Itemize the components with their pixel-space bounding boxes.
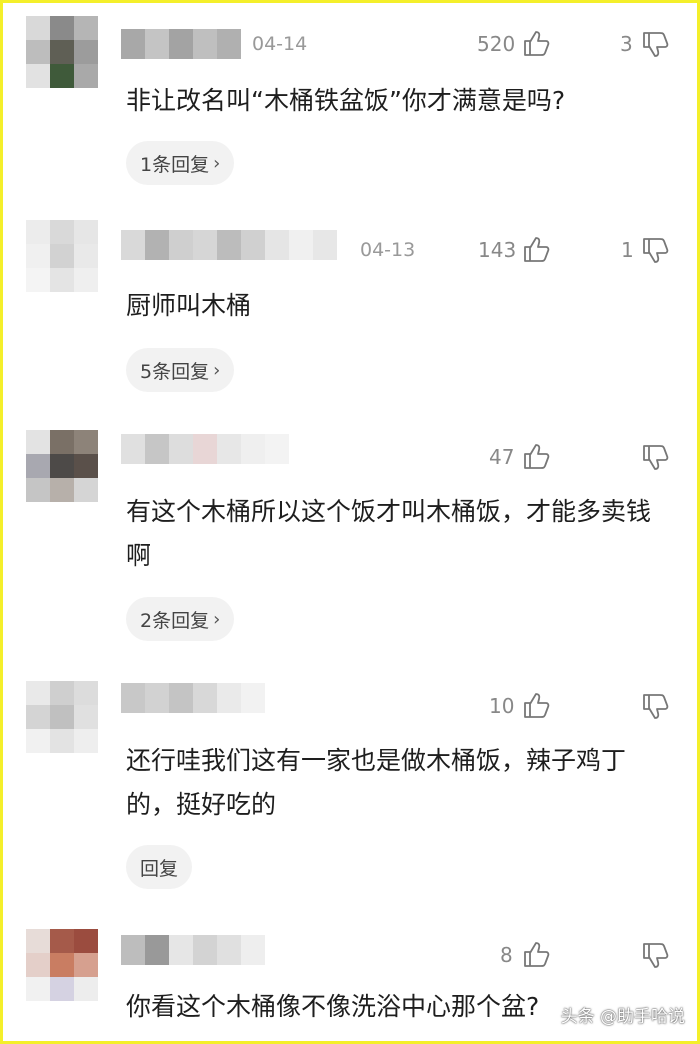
username-blurred[interactable] <box>121 230 337 260</box>
reply-count-label: 1条回复 <box>140 153 210 176</box>
view-replies-button[interactable]: 1条回复 › <box>126 141 235 185</box>
thumbs-down-icon[interactable] <box>641 30 671 60</box>
view-replies-button[interactable]: 2条回复 › <box>126 597 235 641</box>
thumbs-down-icon[interactable] <box>641 941 671 971</box>
chevron-right-icon: › <box>213 152 221 174</box>
username-blurred[interactable] <box>121 683 265 713</box>
thumbs-down-icon[interactable] <box>641 236 671 266</box>
like-count: 10 <box>489 694 515 718</box>
username-blurred[interactable] <box>121 935 265 965</box>
thumbs-up-icon[interactable] <box>522 28 552 58</box>
source-watermark: 头条 @助手哈说 <box>560 1007 685 1027</box>
thumbs-down-icon[interactable] <box>641 692 671 722</box>
like-count: 8 <box>500 943 513 967</box>
like-count: 47 <box>489 445 515 469</box>
reply-button[interactable]: 回复 <box>126 845 193 889</box>
view-replies-button[interactable]: 5条回复 › <box>126 348 235 392</box>
comment-list: 04-14 520 3 非让改名叫“木桶铁盆饭”你才满意是吗? 1条回复 › 04… <box>0 0 700 1044</box>
like-count: 520 <box>477 32 516 56</box>
thumbs-up-icon[interactable] <box>522 939 552 969</box>
reply-count-label: 5条回复 <box>140 360 210 383</box>
comment-date: 04-13 <box>360 239 416 261</box>
reply-label: 回复 <box>140 857 179 880</box>
avatar[interactable] <box>26 16 98 88</box>
avatar[interactable] <box>26 430 98 502</box>
thumbs-up-icon[interactable] <box>522 690 552 720</box>
comment-date: 04-14 <box>252 33 308 55</box>
comment-text: 非让改名叫“木桶铁盆饭”你才满意是吗? <box>126 86 566 115</box>
comment-text: 有这个木桶所以这个饭才叫木桶饭，才能多卖钱啊 <box>126 497 652 570</box>
thumbs-down-icon[interactable] <box>641 443 671 473</box>
avatar[interactable] <box>26 220 98 292</box>
avatar[interactable] <box>26 681 98 753</box>
username-blurred[interactable] <box>121 434 289 464</box>
username-blurred[interactable] <box>121 29 241 59</box>
thumbs-up-icon[interactable] <box>522 441 552 471</box>
chevron-right-icon: › <box>213 359 221 381</box>
avatar[interactable] <box>26 929 98 1001</box>
dislike-count: 1 <box>621 238 634 262</box>
comment-text: 还行哇我们这有一家也是做木桶饭，辣子鸡丁的，挺好吃的 <box>126 746 627 819</box>
like-count: 143 <box>478 238 517 262</box>
dislike-count: 3 <box>620 32 633 56</box>
comment-text: 厨师叫木桶 <box>126 291 252 320</box>
thumbs-up-icon[interactable] <box>522 234 552 264</box>
chevron-right-icon: › <box>213 608 221 630</box>
reply-count-label: 2条回复 <box>140 609 210 632</box>
